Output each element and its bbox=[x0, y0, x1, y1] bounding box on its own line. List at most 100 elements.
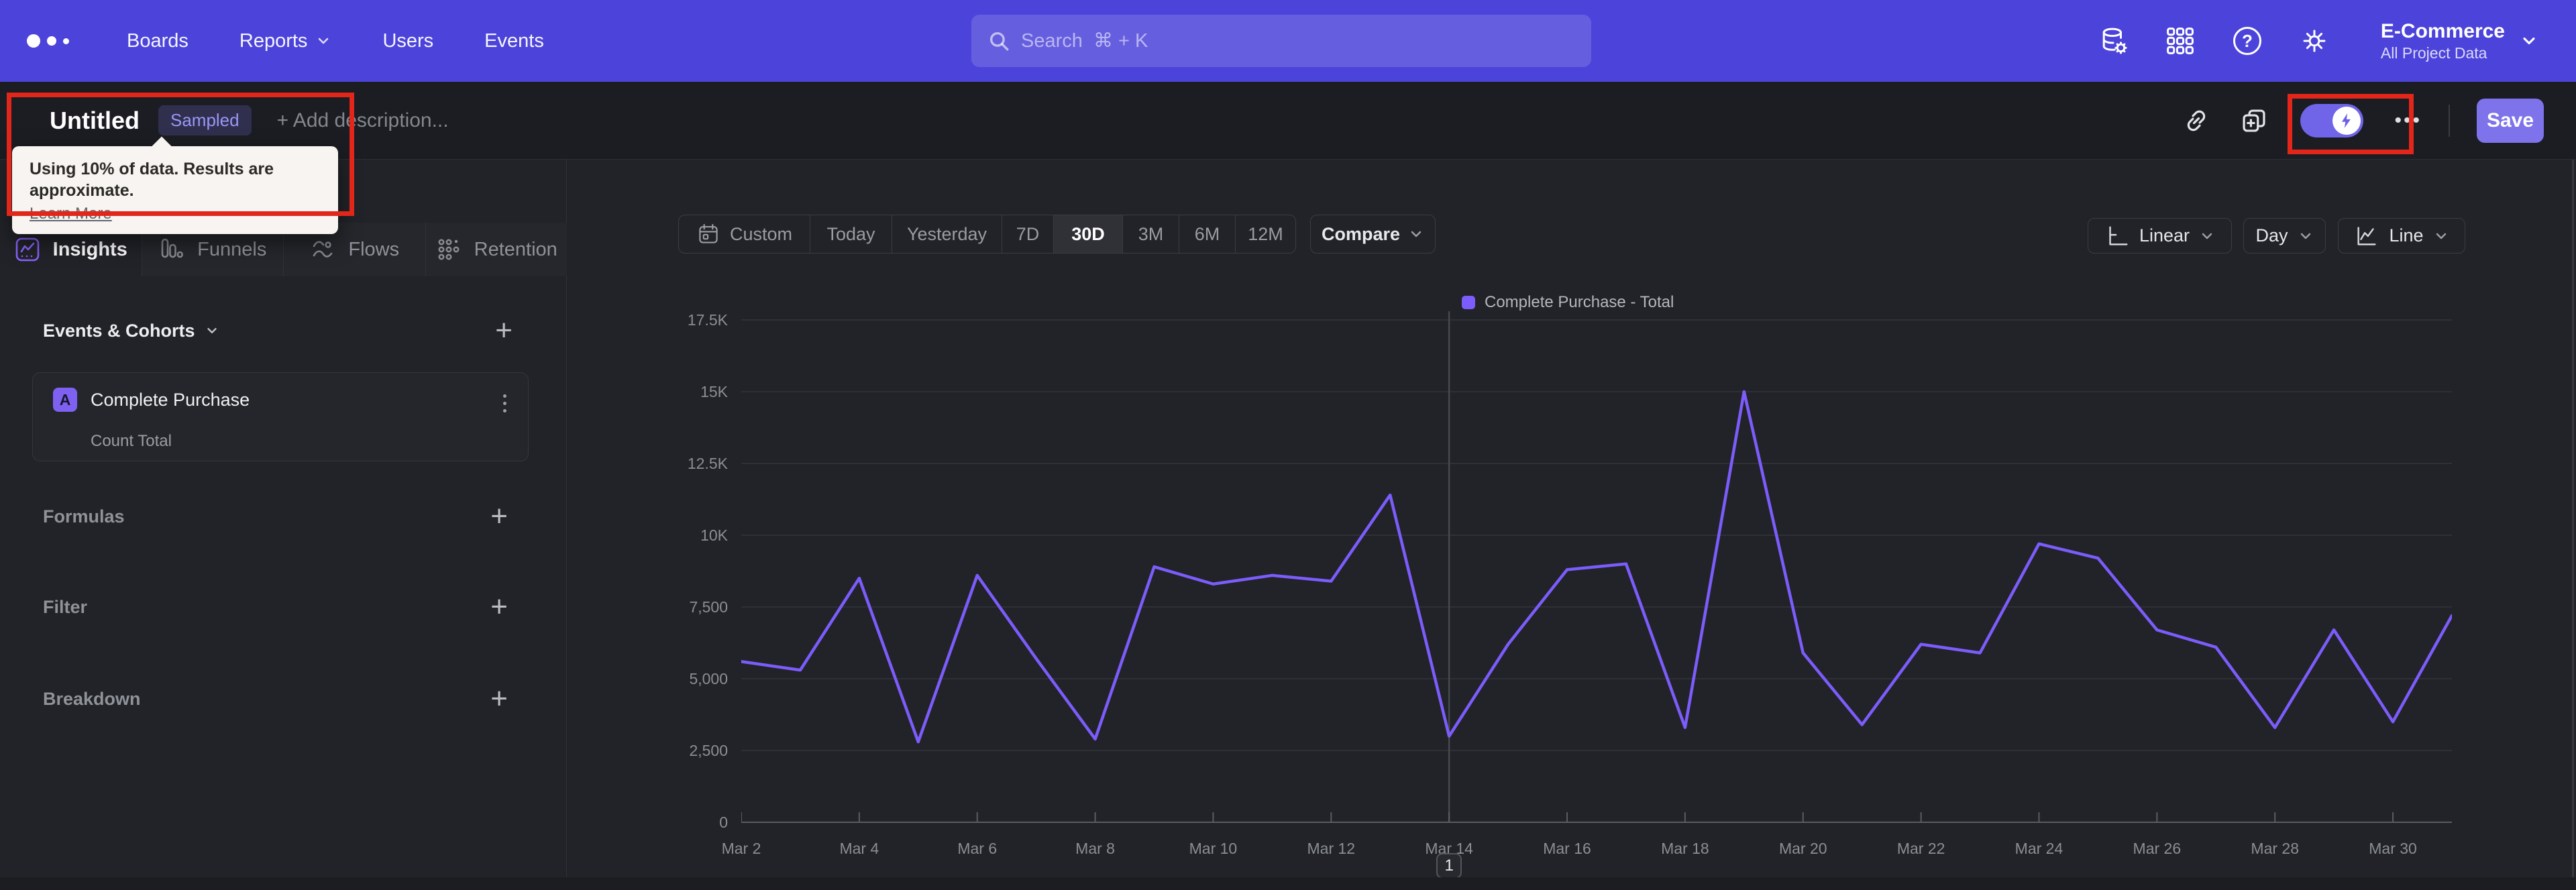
add-filter-button[interactable]: + bbox=[490, 592, 508, 622]
range-7d[interactable]: 7D bbox=[1002, 215, 1054, 253]
more-menu[interactable]: ••• bbox=[2394, 109, 2422, 132]
series-line bbox=[741, 390, 2452, 744]
range-custom[interactable]: Custom bbox=[679, 215, 810, 253]
y-axis-label: 15K bbox=[700, 383, 728, 400]
x-axis-label: Mar 20 bbox=[1778, 840, 1827, 857]
range-12m[interactable]: 12M bbox=[1236, 215, 1295, 253]
search-input[interactable] bbox=[1021, 30, 1575, 52]
insights-icon bbox=[15, 237, 39, 262]
range-today[interactable]: Today bbox=[810, 215, 892, 253]
x-axis-label: Mar 12 bbox=[1307, 840, 1356, 857]
events-cohorts-toggle[interactable]: Events & Cohorts bbox=[43, 321, 219, 341]
y-axis-label: 10K bbox=[700, 526, 728, 544]
event-card[interactable]: A Complete Purchase Count Total bbox=[32, 372, 529, 461]
chevron-down-icon bbox=[319, 38, 329, 44]
sampling-toggle[interactable] bbox=[2300, 103, 2364, 137]
copy-icon[interactable] bbox=[2239, 105, 2269, 136]
section-label: Breakdown bbox=[43, 688, 141, 709]
chart-plot-area[interactable] bbox=[741, 309, 2452, 828]
section-formulas[interactable]: Formulas + bbox=[0, 498, 567, 535]
interval-dropdown[interactable]: Day bbox=[2243, 218, 2326, 254]
scale-dropdown[interactable]: Linear bbox=[2088, 218, 2232, 254]
chevron-down-icon bbox=[2300, 233, 2310, 239]
x-axis-label: Mar 26 bbox=[2133, 840, 2182, 857]
x-axis-label: Mar 18 bbox=[1661, 840, 1709, 857]
settings-gear-icon[interactable] bbox=[2299, 25, 2330, 56]
events-cohorts-header: Events & Cohorts + bbox=[43, 313, 513, 349]
tab-label: Insights bbox=[52, 238, 127, 260]
chart-type-dropdown[interactable]: Line bbox=[2338, 218, 2465, 254]
funnels-icon bbox=[161, 238, 183, 258]
flows-icon bbox=[313, 241, 333, 258]
mixpanel-app: Boards Reports Users Events Search ⌘ + K… bbox=[0, 0, 2576, 890]
tab-label: Retention bbox=[474, 238, 557, 260]
project-scope: All Project Data bbox=[2380, 44, 2487, 62]
tab-retention[interactable]: Retention bbox=[425, 223, 567, 276]
linear-axis-icon bbox=[2109, 225, 2128, 245]
chart-type-label: Line bbox=[2389, 225, 2424, 245]
nav-item-boards[interactable]: Boards bbox=[127, 30, 189, 52]
report-title-bar: Untitled Sampled + Add description... ••… bbox=[0, 82, 2576, 160]
range-yesterday[interactable]: Yesterday bbox=[892, 215, 1002, 253]
add-breakdown-button[interactable]: + bbox=[490, 684, 508, 714]
x-axis-label: Mar 28 bbox=[2251, 840, 2299, 857]
event-options-icon[interactable] bbox=[499, 390, 511, 416]
question-mark: ? bbox=[2233, 27, 2261, 55]
nav-item-events[interactable]: Events bbox=[484, 30, 544, 52]
nav-item-label: Boards bbox=[127, 30, 189, 52]
learn-more-link[interactable]: Learn More bbox=[30, 205, 112, 223]
event-card-row: A Complete Purchase bbox=[53, 388, 250, 412]
range-label: 6M bbox=[1194, 223, 1220, 244]
tab-label: Funnels bbox=[197, 238, 267, 260]
mixpanel-logo[interactable] bbox=[27, 34, 69, 48]
x-axis-label: Mar 24 bbox=[2015, 840, 2063, 857]
primary-nav: Boards Reports Users Events bbox=[127, 30, 544, 52]
global-search[interactable] bbox=[971, 15, 1591, 67]
range-6m[interactable]: 6M bbox=[1179, 215, 1236, 253]
section-filter[interactable]: Filter + bbox=[0, 589, 567, 625]
project-switcher[interactable]: E-Commerce All Project Data bbox=[2381, 19, 2538, 62]
x-axis-label: Mar 16 bbox=[1543, 840, 1591, 857]
range-label: Yesterday bbox=[906, 223, 987, 244]
query-builder-sidebar: Insights Funnels Flows Retention Events & C… bbox=[0, 160, 567, 890]
scrollbar-track[interactable] bbox=[2572, 160, 2574, 877]
logo-dot bbox=[27, 34, 40, 48]
event-metric[interactable]: Count Total bbox=[91, 432, 172, 451]
compare-label: Compare bbox=[1321, 223, 1401, 244]
logo-dot bbox=[63, 38, 69, 44]
data-management-icon[interactable] bbox=[2098, 25, 2129, 56]
annotation-marker[interactable]: 1 bbox=[1436, 853, 1462, 879]
sampled-badge[interactable]: Sampled bbox=[158, 105, 252, 135]
help-icon[interactable]: ? bbox=[2232, 25, 2263, 56]
calendar-icon bbox=[699, 223, 718, 243]
save-button[interactable]: Save bbox=[2477, 98, 2544, 143]
nav-item-users[interactable]: Users bbox=[382, 30, 433, 52]
add-formulas-button[interactable]: + bbox=[490, 502, 508, 531]
y-axis-label: 7,500 bbox=[689, 598, 728, 616]
divider bbox=[2449, 104, 2450, 137]
scale-label: Linear bbox=[2139, 225, 2190, 245]
nav-item-reports[interactable]: Reports bbox=[239, 30, 332, 52]
copy-link-icon[interactable] bbox=[2181, 105, 2212, 136]
add-event-button[interactable]: + bbox=[495, 316, 513, 345]
x-axis-label: Mar 6 bbox=[957, 840, 998, 857]
legend-swatch bbox=[1462, 296, 1475, 309]
section-breakdown[interactable]: Breakdown + bbox=[0, 681, 567, 717]
x-axis-label: Mar 22 bbox=[1896, 840, 1945, 857]
chevron-down-icon bbox=[2436, 233, 2446, 239]
range-3m[interactable]: 3M bbox=[1123, 215, 1179, 253]
report-title[interactable]: Untitled bbox=[50, 107, 140, 135]
y-axis-label: 17.5K bbox=[687, 311, 728, 329]
tab-label: Flows bbox=[348, 238, 400, 260]
range-30d[interactable]: 30D bbox=[1054, 215, 1123, 253]
x-axis-label: Mar 2 bbox=[721, 840, 761, 857]
x-axis-label: Mar 4 bbox=[839, 840, 879, 857]
apps-grid-icon[interactable] bbox=[2165, 25, 2196, 56]
compare-button[interactable]: Compare bbox=[1310, 215, 1436, 254]
section-label: Formulas bbox=[43, 506, 125, 526]
range-label: 12M bbox=[1248, 223, 1283, 244]
y-axis-label: 12.5K bbox=[687, 455, 728, 472]
nav-item-label: Reports bbox=[239, 30, 308, 52]
add-description[interactable]: + Add description... bbox=[277, 109, 449, 132]
event-letter-badge: A bbox=[53, 388, 77, 412]
